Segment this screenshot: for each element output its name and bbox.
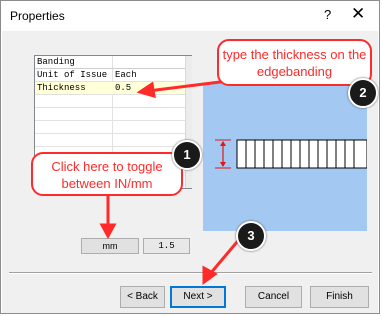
arrowhead-thickness	[136, 81, 156, 99]
step-badge-2: 2	[348, 78, 378, 108]
callout-toggle-units: Click here to toggle between IN/mm	[31, 152, 183, 196]
step-badge-3: 3	[236, 221, 266, 251]
step-badge-1: 1	[172, 140, 202, 170]
arrowhead-toggle	[99, 223, 117, 240]
callout-thickness: type the thickness on the edgebanding	[217, 39, 372, 86]
